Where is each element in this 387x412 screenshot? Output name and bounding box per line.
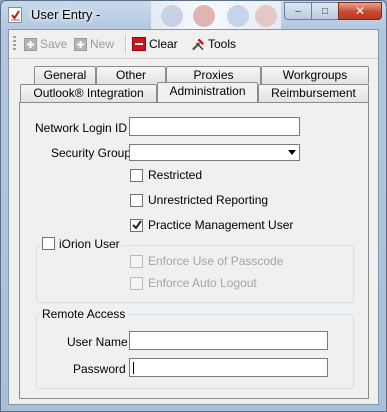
enforce-logout-checkbox[interactable]	[130, 277, 143, 290]
minimize-icon: –	[295, 5, 301, 17]
plus-icon	[23, 37, 37, 51]
tools-label: Tools	[208, 37, 237, 51]
window-title: User Entry -	[31, 7, 101, 22]
toolbar-grip[interactable]	[13, 36, 16, 52]
enforce-logout-label: Enforce Auto Logout	[148, 276, 257, 290]
app-checklist-icon	[8, 7, 22, 23]
new-button[interactable]: New	[73, 35, 114, 53]
enforce-passcode-label: Enforce Use of Passcode	[148, 254, 284, 268]
password-label: Password	[73, 362, 126, 376]
security-group-label: Security Group	[51, 146, 132, 160]
remote-access-group	[36, 314, 354, 389]
new-label: New	[90, 37, 115, 51]
tab-label: Administration	[169, 84, 246, 98]
chevron-down-icon[interactable]	[284, 145, 299, 160]
window-frame: User Entry - – □ ✕ Save New Clear Tools …	[0, 0, 387, 412]
clear-button[interactable]: Clear	[132, 35, 178, 53]
password-input[interactable]	[129, 358, 328, 377]
network-login-label: Network Login ID	[35, 121, 128, 135]
tab-label: Proxies	[193, 68, 234, 82]
dialog-client: Save New Clear Tools General Other Proxi…	[8, 29, 379, 405]
tab-label: Workgroups	[282, 68, 348, 82]
user-name-input[interactable]	[129, 331, 328, 350]
close-button[interactable]: ✕	[338, 2, 382, 20]
practice-management-label: Practice Management User	[148, 218, 294, 232]
restricted-label: Restricted	[148, 168, 203, 182]
save-button[interactable]: Save	[23, 35, 67, 53]
iorion-label: iOrion User	[59, 237, 120, 251]
tab-label: Other	[115, 68, 146, 82]
save-label: Save	[40, 37, 68, 51]
text-caret	[133, 362, 134, 374]
tools-button[interactable]: Tools	[191, 35, 236, 53]
iorion-legend: iOrion User	[40, 237, 122, 251]
practice-management-checkbox[interactable]	[130, 219, 143, 232]
minimize-button[interactable]: –	[284, 2, 311, 20]
tab-other[interactable]: Other	[96, 66, 166, 84]
tab-administration[interactable]: Administration	[157, 82, 258, 102]
tools-icon	[191, 37, 205, 51]
enforce-passcode-checkbox[interactable]	[130, 255, 143, 268]
close-icon: ✕	[354, 4, 366, 18]
clear-label: Clear	[149, 37, 178, 51]
network-login-input[interactable]	[129, 117, 300, 136]
maximize-icon: □	[321, 5, 329, 17]
toolbar: Save New Clear Tools	[9, 30, 378, 59]
tab-outlook-integration[interactable]: Outlook® Integration	[20, 84, 157, 102]
tab-general[interactable]: General	[34, 66, 96, 84]
remote-access-legend: Remote Access	[40, 307, 128, 321]
title-bar[interactable]: User Entry - – □ ✕	[1, 1, 386, 29]
maximize-button[interactable]: □	[311, 2, 338, 20]
administration-panel: Network Login ID Security Group Restrict…	[19, 102, 369, 399]
window-controls: – □ ✕	[284, 2, 382, 21]
security-group-select[interactable]	[129, 144, 300, 161]
unrestricted-reporting-label: Unrestricted Reporting	[148, 193, 269, 207]
unrestricted-reporting-checkbox[interactable]	[130, 194, 143, 207]
toolbar-separator	[125, 34, 127, 54]
plus-icon	[73, 37, 87, 51]
user-name-label: User Name	[67, 335, 128, 349]
tab-label: Reimbursement	[271, 86, 356, 100]
tab-label: General	[43, 68, 87, 82]
checkmark-icon	[132, 220, 142, 230]
tab-workgroups[interactable]: Workgroups	[261, 66, 369, 84]
tab-label: Outlook® Integration	[33, 86, 144, 100]
iorion-checkbox[interactable]	[42, 237, 55, 250]
clear-icon	[132, 37, 146, 51]
restricted-checkbox[interactable]	[130, 169, 143, 182]
tab-reimbursement[interactable]: Reimbursement	[258, 84, 369, 102]
